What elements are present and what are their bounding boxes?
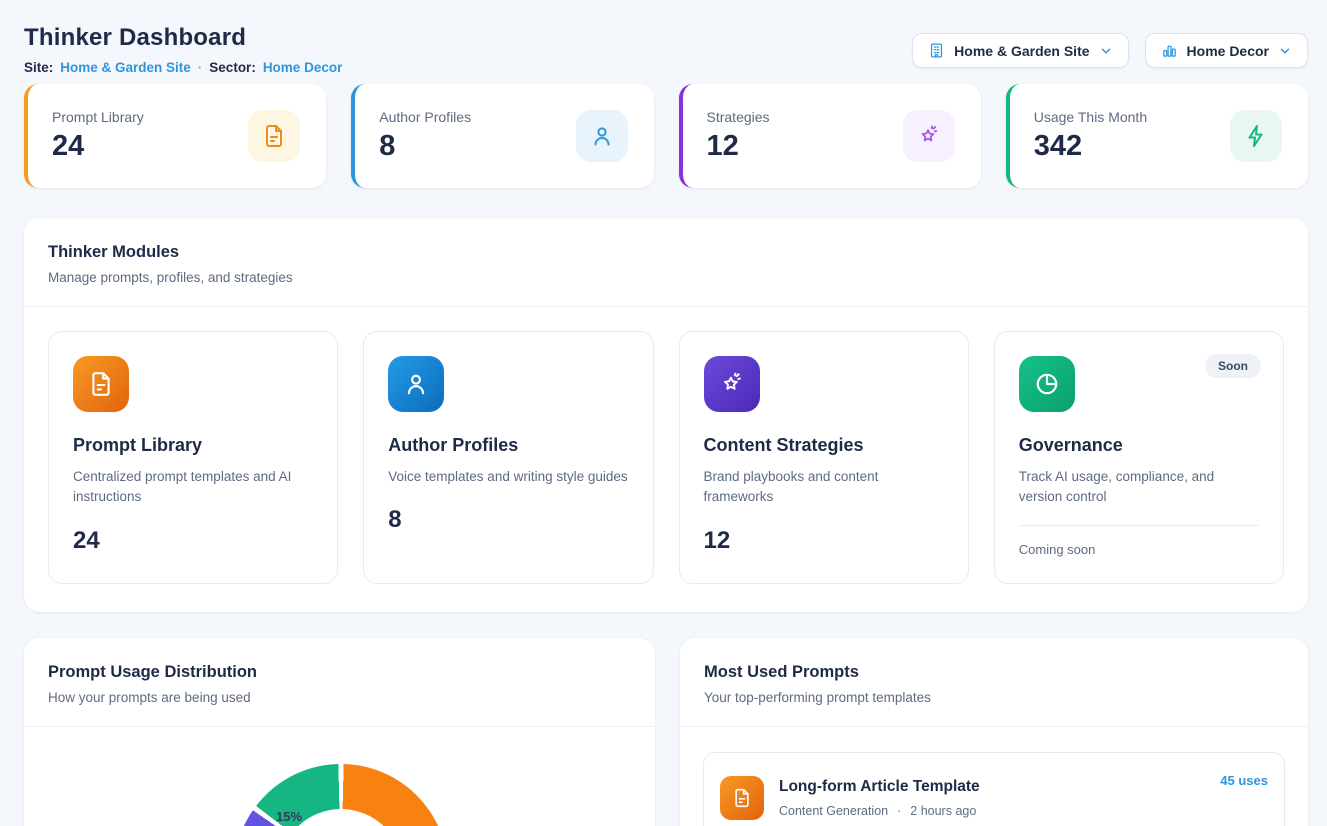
module-description: Track AI usage, compliance, and version … — [1019, 467, 1259, 508]
usage-subtitle: How your prompts are being used — [48, 690, 631, 705]
stat-label: Prompt Library — [52, 109, 144, 125]
modules-title: Thinker Modules — [48, 243, 1284, 262]
breadcrumb: Site: Home & Garden Site · Sector: Home … — [24, 60, 342, 75]
chevron-down-icon — [1099, 44, 1113, 58]
module-description: Brand playbooks and content frameworks — [704, 467, 944, 508]
prompt-items-list: Long-form Article Template Content Gener… — [680, 727, 1308, 826]
stat-value: 8 — [379, 130, 471, 163]
module-count: 24 — [73, 527, 313, 555]
usage-title: Prompt Usage Distribution — [48, 663, 631, 682]
stat-card-prompt-library: Prompt Library 24 — [24, 84, 326, 188]
soon-badge: Soon — [1205, 354, 1261, 378]
stat-card-usage: Usage This Month 342 — [1006, 84, 1308, 188]
stat-value: 342 — [1034, 130, 1147, 163]
prompts-header: Most Used Prompts Your top-performing pr… — [680, 638, 1308, 727]
header-controls: Home & Garden Site Home Decor — [912, 33, 1308, 68]
stat-label: Strategies — [707, 109, 770, 125]
modules-header: Thinker Modules Manage prompts, profiles… — [24, 218, 1308, 307]
prompt-time: 2 hours ago — [910, 804, 976, 818]
stats-row: Prompt Library 24 Author Profiles 8 Stra… — [24, 84, 1308, 188]
module-card-prompt-library[interactable]: Prompt Library Centralized prompt templa… — [48, 331, 338, 584]
site-selector-dropdown[interactable]: Home & Garden Site — [912, 33, 1128, 68]
stat-card-strategies: Strategies 12 — [679, 84, 981, 188]
building-icon — [928, 42, 945, 59]
module-title: Author Profiles — [388, 435, 628, 456]
module-description: Centralized prompt templates and AI inst… — [73, 467, 313, 508]
sparkle-star-icon — [704, 356, 760, 412]
module-title: Content Strategies — [704, 435, 944, 456]
prompts-subtitle: Your top-performing prompt templates — [704, 690, 1284, 705]
module-card-author-profiles[interactable]: Author Profiles Voice templates and writ… — [363, 331, 653, 584]
module-card-governance[interactable]: Soon Governance Track AI usage, complian… — [994, 331, 1284, 584]
modules-subtitle: Manage prompts, profiles, and strategies — [48, 270, 1284, 285]
site-selector-label: Home & Garden Site — [954, 43, 1089, 59]
meta-separator: · — [897, 804, 901, 818]
most-used-prompts-panel: Most Used Prompts Your top-performing pr… — [680, 638, 1308, 826]
stat-value: 12 — [707, 130, 770, 163]
module-count: 12 — [704, 527, 944, 555]
prompt-uses-count: 45 uses — [1220, 773, 1268, 788]
module-card-content-strategies[interactable]: Content Strategies Brand playbooks and c… — [679, 331, 969, 584]
document-icon — [720, 776, 764, 820]
page-title: Thinker Dashboard — [24, 24, 246, 52]
document-icon — [73, 356, 129, 412]
prompt-item-title: Long-form Article Template — [779, 778, 980, 796]
sparkle-star-icon — [903, 110, 955, 162]
module-title: Prompt Library — [73, 435, 313, 456]
document-icon — [248, 110, 300, 162]
donut-slice-label: 15% — [276, 809, 302, 824]
module-description: Voice templates and writing style guides — [388, 467, 628, 487]
prompt-category: Content Generation — [779, 804, 888, 818]
dashboard-page: Thinker Dashboard Site: Home & Garden Si… — [0, 0, 1327, 826]
stat-label: Usage This Month — [1034, 109, 1147, 125]
stat-label: Author Profiles — [379, 109, 471, 125]
module-count: 8 — [388, 506, 628, 534]
chevron-down-icon — [1278, 44, 1292, 58]
stat-card-author-profiles: Author Profiles 8 — [351, 84, 653, 188]
sector-label: Sector: — [209, 60, 256, 75]
sector-link[interactable]: Home Decor — [263, 60, 343, 75]
bar-chart-icon — [1161, 42, 1178, 59]
doughnut-chart-area: 15% — [24, 727, 655, 826]
sector-selector-label: Home Decor — [1187, 43, 1269, 59]
divider — [1019, 525, 1259, 526]
prompt-list-item[interactable]: Long-form Article Template Content Gener… — [703, 752, 1285, 826]
donut-chart — [234, 764, 448, 826]
site-link[interactable]: Home & Garden Site — [60, 60, 191, 75]
sector-selector-dropdown[interactable]: Home Decor — [1145, 33, 1308, 68]
module-title: Governance — [1019, 435, 1259, 456]
person-icon — [388, 356, 444, 412]
modules-grid: Prompt Library Centralized prompt templa… — [24, 307, 1308, 608]
prompt-item-meta: Content Generation · 2 hours ago — [779, 804, 980, 818]
person-icon — [576, 110, 628, 162]
thinker-modules-panel: Thinker Modules Manage prompts, profiles… — [24, 218, 1308, 612]
breadcrumb-separator: · — [198, 60, 203, 75]
coming-soon-text: Coming soon — [1019, 542, 1259, 557]
prompt-usage-distribution-panel: Prompt Usage Distribution How your promp… — [24, 638, 655, 826]
prompts-title: Most Used Prompts — [704, 663, 1284, 682]
stat-value: 24 — [52, 130, 144, 163]
site-label: Site: — [24, 60, 53, 75]
bolt-icon — [1230, 110, 1282, 162]
pie-chart-icon — [1019, 356, 1075, 412]
usage-header: Prompt Usage Distribution How your promp… — [24, 638, 655, 727]
